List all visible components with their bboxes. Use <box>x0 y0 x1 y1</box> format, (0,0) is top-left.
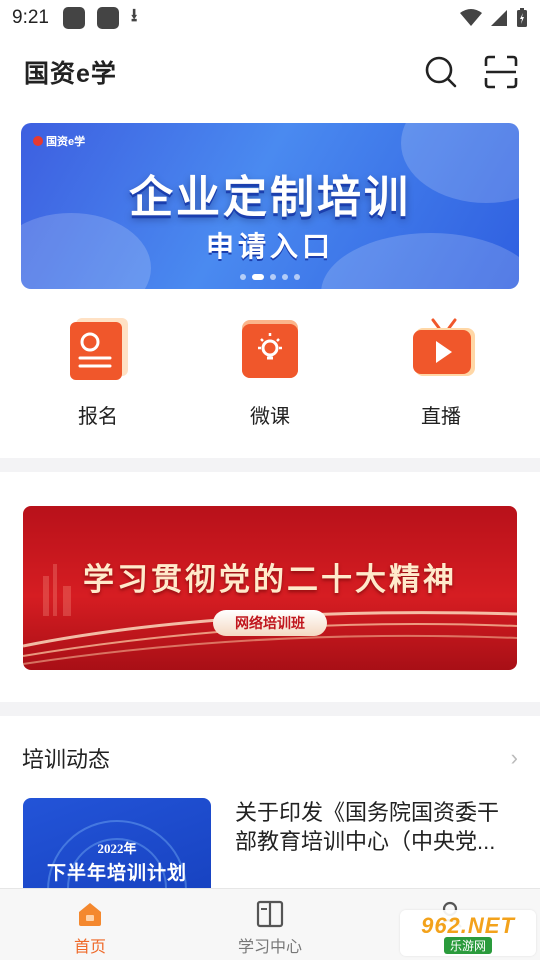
status-bar: 9:21 ⭳ <box>0 0 540 36</box>
quick-entry-signup[interactable]: 报名 <box>38 300 158 429</box>
news-title[interactable]: 关于印发《国务院国资委干部教育培训中心（中央党... <box>235 798 520 856</box>
nav-home[interactable]: 首页 <box>0 889 180 960</box>
carousel-dot[interactable] <box>294 274 300 280</box>
watermark-text: 乐游网 <box>443 936 492 954</box>
nav-learning-center[interactable]: 学习中心 <box>180 889 360 960</box>
quick-entry-label: 报名 <box>78 406 118 428</box>
chevron-right-icon[interactable]: › <box>511 745 518 771</box>
signal-icon <box>491 10 507 26</box>
live-icon <box>409 316 475 380</box>
status-time: 9:21 <box>12 7 49 28</box>
section-divider <box>0 458 540 472</box>
thumb-title: 下半年培训计划 <box>46 863 187 884</box>
search-icon <box>425 56 457 88</box>
carousel-dot[interactable] <box>270 274 276 280</box>
banner-subtitle: 申请入口 <box>205 231 334 262</box>
carousel-indicator <box>21 274 519 280</box>
notification-icon <box>96 7 119 29</box>
quick-entry-microcourse[interactable]: 微课 <box>210 300 330 429</box>
logo-icon <box>33 136 43 146</box>
battery-icon <box>517 8 527 27</box>
home-icon <box>79 903 101 926</box>
quick-entry-live[interactable]: 直播 <box>381 300 501 429</box>
search-button[interactable] <box>424 55 458 89</box>
carousel-dot-active[interactable] <box>252 274 264 280</box>
notification-icon <box>62 7 85 29</box>
nav-label: 学习中心 <box>237 939 302 956</box>
signup-icon <box>66 316 130 380</box>
carousel-dot[interactable] <box>282 274 288 280</box>
section-divider <box>0 702 540 716</box>
header-actions <box>424 55 518 89</box>
download-icon: ⭳ <box>130 5 138 25</box>
banner-pill: 网络培训班 <box>213 610 327 636</box>
quick-entry-row: 报名 微课 直播 <box>0 300 540 440</box>
banner-title: 企业定制培训 <box>129 173 411 222</box>
training-banner[interactable]: 国资e学 企业定制培训 申请入口 <box>21 123 519 289</box>
app-header: 国资e学 <box>0 36 540 108</box>
status-indicators <box>460 8 528 28</box>
thumb-year: 2022年 <box>97 841 137 856</box>
section-title: 培训动态 <box>22 747 111 772</box>
quick-entry-label: 直播 <box>421 406 461 428</box>
carousel-dot[interactable] <box>240 274 246 280</box>
banner-logo: 国资e学 <box>33 133 85 149</box>
app-title: 国资e学 <box>24 60 117 88</box>
quick-entry-label: 微课 <box>250 406 290 428</box>
training-news-header[interactable]: 培训动态 › <box>0 730 540 786</box>
party-study-banner[interactable]: 学习贯彻党的二十大精神 网络培训班 <box>23 506 517 670</box>
book-icon <box>256 900 284 928</box>
scan-icon <box>484 55 518 89</box>
watermark-logo: 962.NET 乐游网 <box>400 910 536 956</box>
scan-button[interactable] <box>484 55 518 89</box>
nav-label: 首页 <box>73 939 106 956</box>
microcourse-icon <box>238 316 302 380</box>
banner-title: 学习贯彻党的二十大精神 <box>83 562 457 597</box>
wifi-icon <box>460 9 482 26</box>
banner-logo-text: 国资e学 <box>46 136 86 148</box>
watermark-text: 962.NET <box>421 912 515 938</box>
news-thumbnail[interactable]: 2022年 下半年培训计划 <box>23 798 211 898</box>
